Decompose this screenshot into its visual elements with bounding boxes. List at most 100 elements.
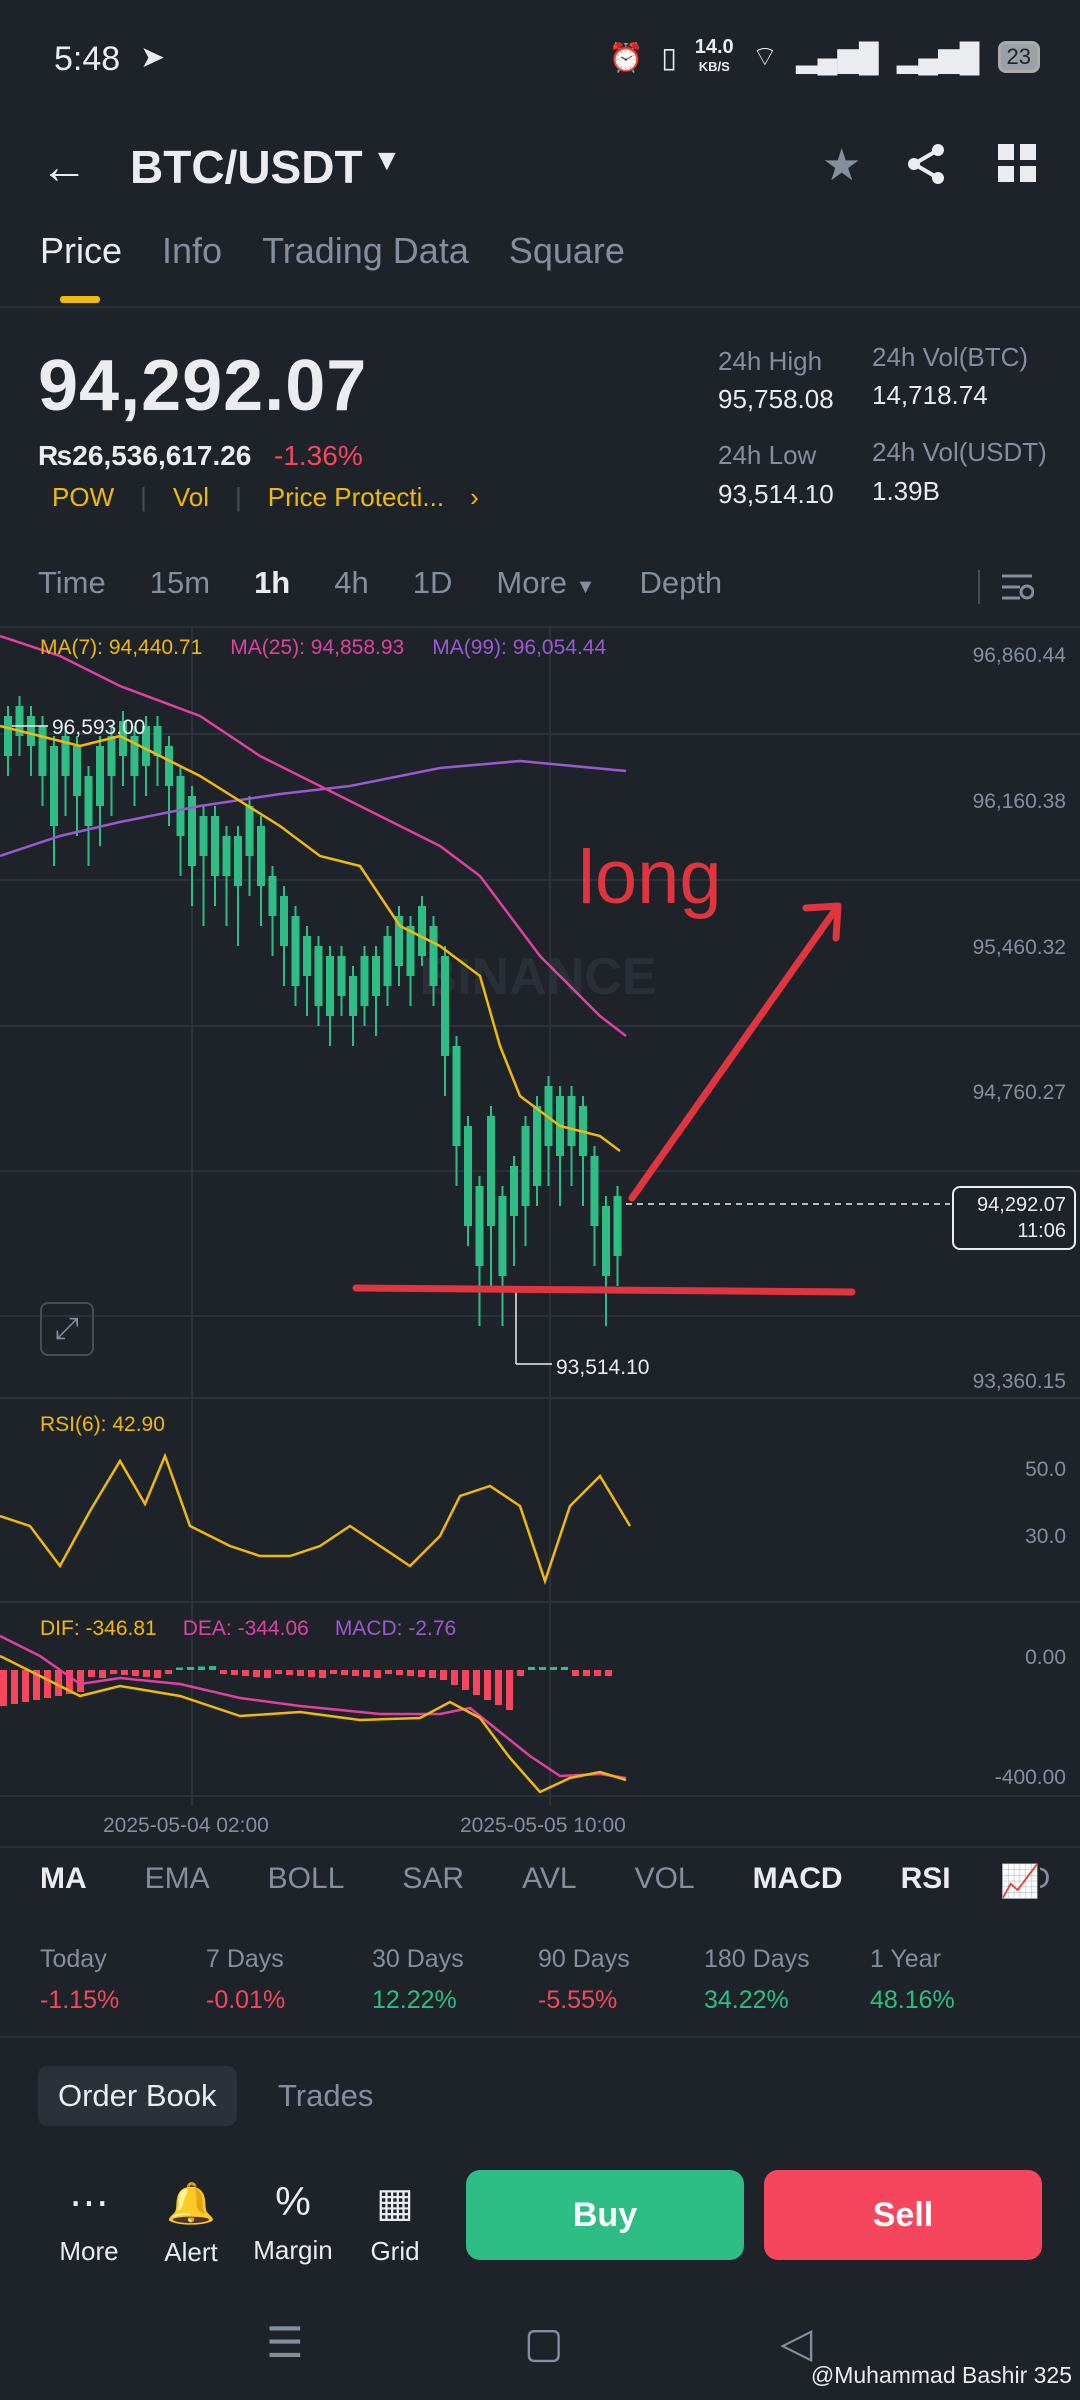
- perf-label: 7 Days: [206, 1945, 284, 1973]
- tab-trades[interactable]: Trades: [278, 2078, 373, 2114]
- tag-price-protection[interactable]: Price Protecti...: [268, 482, 444, 513]
- y-tick-4: 94,760.27: [972, 1081, 1066, 1104]
- macd-bar: [121, 1670, 128, 1675]
- y-tick-3: 95,460.32: [972, 936, 1066, 959]
- indicator-rsi[interactable]: RSI: [901, 1862, 951, 1896]
- indicator-vol[interactable]: VOL: [635, 1862, 695, 1896]
- tab-order-book[interactable]: Order Book: [38, 2066, 237, 2126]
- interval-15m[interactable]: 15m: [150, 565, 210, 601]
- back-arrow-icon[interactable]: ←: [40, 140, 88, 195]
- macd-bar: [429, 1670, 436, 1678]
- chart-settings-icon[interactable]: [1000, 572, 1034, 602]
- macd-bar: [594, 1670, 601, 1676]
- more-icon: ⋯: [69, 2181, 109, 2225]
- tag-vol[interactable]: Vol: [173, 482, 209, 513]
- last-price-tag-value: 94,292.07: [977, 1194, 1066, 1216]
- expand-icon[interactable]: ⤢: [40, 1302, 94, 1356]
- interval-1h[interactable]: 1h: [254, 565, 290, 601]
- indicator-settings-icon[interactable]: 📈: [1000, 1862, 1040, 1900]
- indicator-macd[interactable]: MACD: [753, 1862, 843, 1896]
- interval-divider: [978, 570, 980, 604]
- macd-bar: [319, 1670, 326, 1678]
- vibrate-icon: ▯: [661, 41, 677, 73]
- ma99-label: MA(99): 96,054.44: [432, 636, 607, 659]
- network-speed-value: 14.0: [694, 36, 734, 58]
- candlestick-chart[interactable]: BINANCE: [0, 626, 1080, 1846]
- tab-info[interactable]: Info: [162, 230, 222, 272]
- indicator-ma[interactable]: MA: [40, 1862, 87, 1896]
- macd-bar: [198, 1666, 205, 1670]
- candle: [280, 896, 288, 946]
- dea-label: DEA: -344.06: [182, 1617, 309, 1640]
- home-icon[interactable]: ▢: [524, 2318, 564, 2367]
- macd-bar: [286, 1670, 293, 1675]
- alert-action[interactable]: 🔔 Alert: [146, 2180, 236, 2268]
- macd-legend: DIF: -346.81 DEA: -344.06 MACD: -2.76: [40, 1617, 456, 1641]
- candle: [268, 876, 277, 916]
- countdown: 11:06: [1017, 1220, 1066, 1242]
- interval-time[interactable]: Time: [38, 565, 106, 601]
- support-line: [352, 1284, 856, 1296]
- sell-button[interactable]: Sell: [764, 2170, 1042, 2260]
- macd-bar: [528, 1667, 535, 1670]
- candle: [199, 816, 208, 856]
- macd-bar: [407, 1670, 414, 1676]
- macd-bar: [341, 1670, 348, 1675]
- candle: [84, 776, 93, 826]
- tag-separator: |: [140, 482, 147, 512]
- tab-trading-data[interactable]: Trading Data: [262, 230, 469, 272]
- interval-more[interactable]: More ▼: [496, 565, 595, 601]
- y-tick-2: 96,160.38: [972, 790, 1066, 813]
- interval-depth[interactable]: Depth: [639, 565, 722, 601]
- more-action[interactable]: ⋯ More: [44, 2180, 134, 2267]
- indicator-avl[interactable]: AVL: [522, 1862, 576, 1896]
- price-change: -1.36%: [274, 440, 363, 471]
- tag-pow[interactable]: POW: [52, 482, 114, 513]
- candle: [464, 1126, 472, 1226]
- macd-bar: [330, 1670, 337, 1674]
- macd-bar: [440, 1670, 447, 1680]
- grid-action[interactable]: ▦ Grid: [350, 2180, 440, 2267]
- vol-btc-label: 24h Vol(BTC): [872, 342, 1029, 372]
- performance-row: Today -1.15% 7 Days -0.01% 30 Days 12.22…: [40, 1945, 1036, 2015]
- macd-bar: [88, 1670, 95, 1677]
- rsi-line: [0, 1452, 632, 1585]
- macd-label: MACD: -2.76: [334, 1617, 457, 1640]
- recent-apps-icon[interactable]: ☰: [266, 2318, 304, 2367]
- interval-4h[interactable]: 4h: [334, 565, 368, 601]
- indicator-boll[interactable]: BOLL: [268, 1862, 345, 1896]
- back-nav-icon[interactable]: ◁: [780, 2318, 812, 2367]
- interval-1d[interactable]: 1D: [413, 565, 453, 601]
- macd-bar: [253, 1670, 260, 1677]
- macd-bar: [385, 1670, 392, 1674]
- tab-price[interactable]: Price: [40, 230, 122, 272]
- macd-tick-0: 0.00: [1025, 1646, 1066, 1669]
- rsi-tick-30: 30.0: [1025, 1525, 1066, 1548]
- candle: [234, 836, 242, 886]
- share-icon[interactable]: [904, 142, 948, 186]
- macd-bar: [187, 1667, 194, 1670]
- macd-bar: [275, 1670, 282, 1674]
- indicator-ema[interactable]: EMA: [145, 1862, 210, 1896]
- indicator-bar: MA EMA BOLL SAR AVL VOL MACD RSI KD: [40, 1862, 1050, 1896]
- telegram-icon: ➤: [140, 41, 166, 74]
- candle: [533, 1106, 541, 1186]
- grid-layout-icon[interactable]: [998, 144, 1036, 182]
- macd-bar: [605, 1670, 612, 1676]
- candle: [153, 726, 162, 756]
- percent-icon: %: [275, 2180, 311, 2224]
- pair-title[interactable]: BTC/USDT: [130, 140, 363, 194]
- caret-down-icon[interactable]: ▼: [372, 144, 402, 178]
- star-icon[interactable]: ★: [822, 140, 861, 191]
- chevron-right-icon[interactable]: ›: [470, 482, 479, 513]
- macd-bar: [363, 1670, 370, 1677]
- margin-action[interactable]: % Margin: [248, 2180, 338, 2266]
- indicator-sar[interactable]: SAR: [402, 1862, 464, 1896]
- candle: [452, 1046, 461, 1146]
- rsi-label: RSI(6): 42.90: [40, 1413, 165, 1436]
- macd-bar: [550, 1667, 557, 1670]
- macd-bar: [176, 1667, 183, 1670]
- tab-square[interactable]: Square: [509, 230, 625, 272]
- buy-button[interactable]: Buy: [466, 2170, 744, 2260]
- grid-label: Grid: [370, 2236, 420, 2266]
